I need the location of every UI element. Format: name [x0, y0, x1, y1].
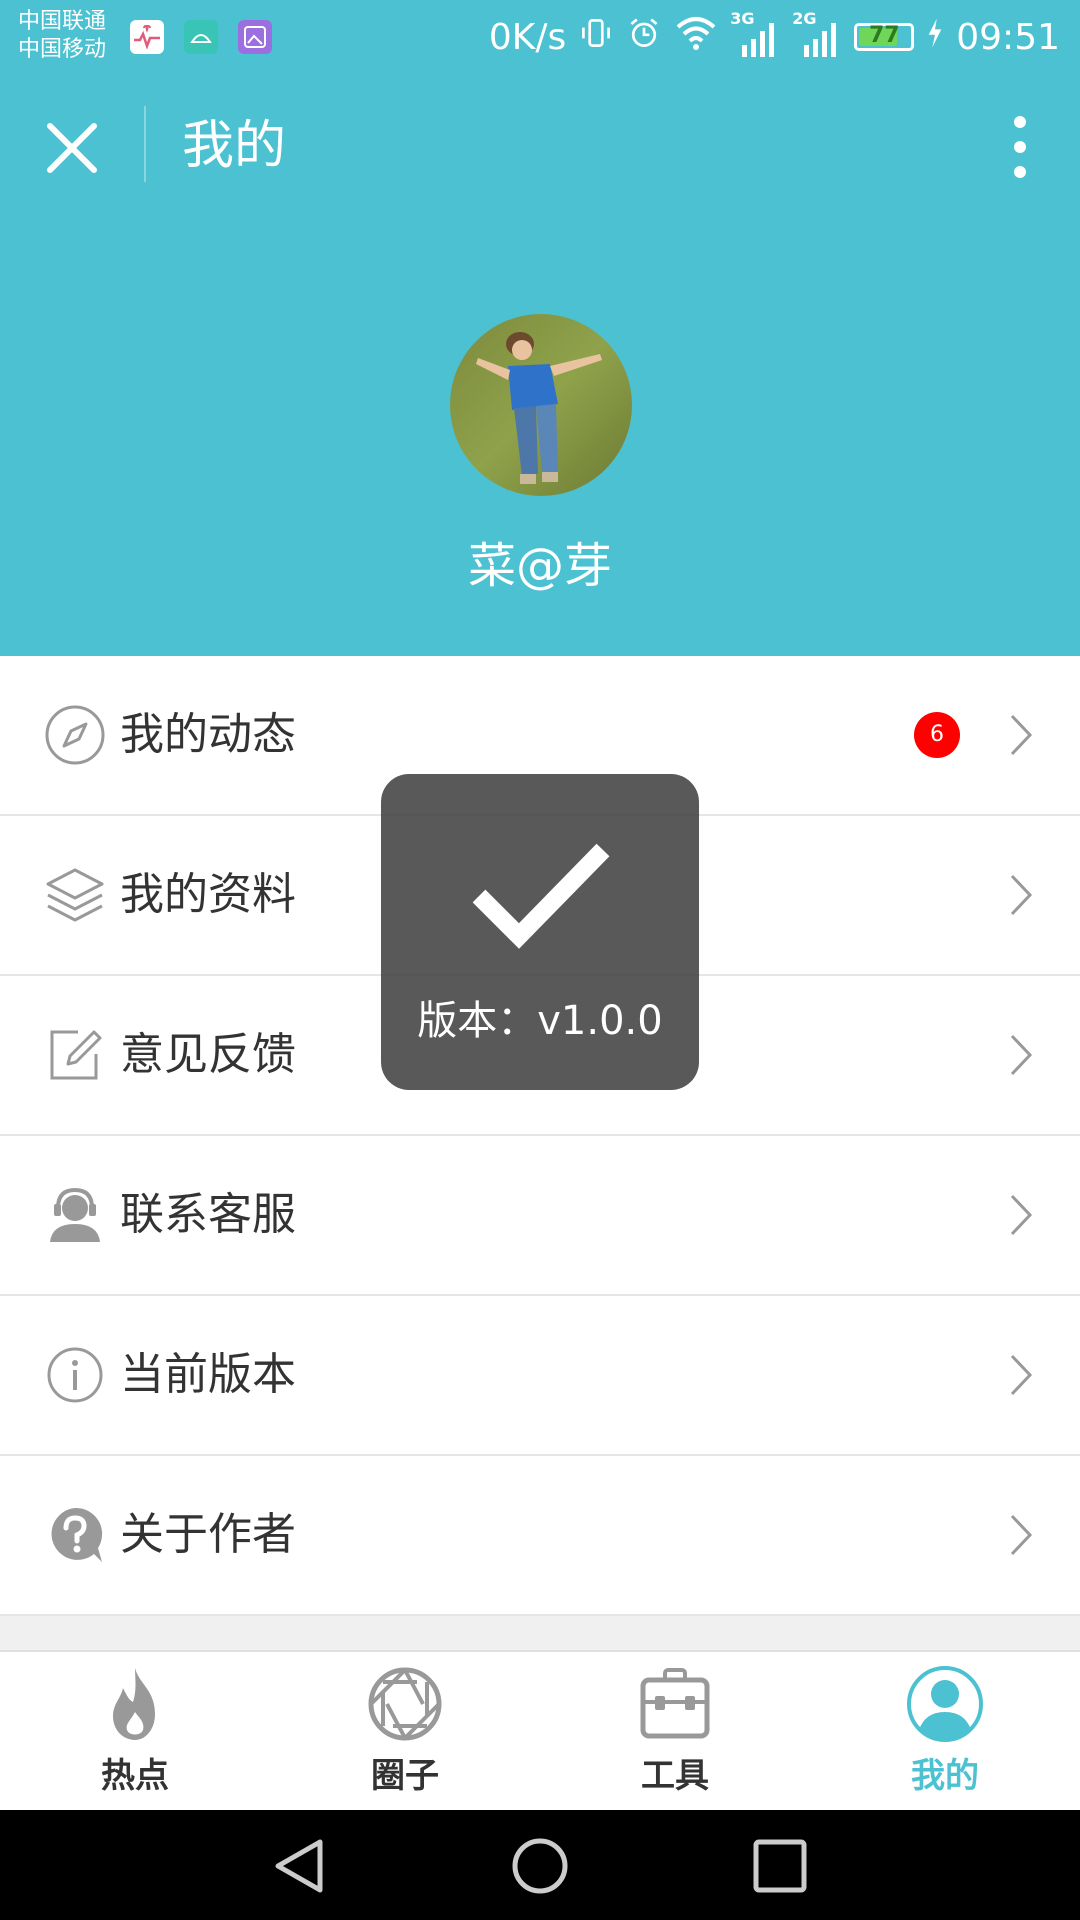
info-icon: [47, 1347, 103, 1403]
menu-item-about-author[interactable]: 关于作者: [0, 1456, 1080, 1616]
gallery-app-icon: [238, 20, 272, 54]
system-nav-bar: [0, 1810, 1080, 1920]
tab-tools[interactable]: 工具: [540, 1664, 810, 1804]
avatar-image: [450, 314, 632, 496]
tab-label: 我的: [911, 1756, 979, 1796]
status-right: 0K/s 3G 2G 77 09:51: [488, 9, 1060, 62]
home-icon[interactable]: [510, 1836, 570, 1896]
battery-icon: 77: [854, 23, 915, 51]
headset-user-icon: [50, 1187, 100, 1242]
wifi-icon: [674, 13, 718, 62]
more-vertical-icon: [1014, 116, 1026, 178]
menu-item-label: 当前版本: [120, 1349, 296, 1400]
chevron-right-icon: [1010, 1194, 1033, 1236]
back-icon[interactable]: [270, 1836, 330, 1896]
toolbox-icon: [640, 1668, 710, 1739]
menu-item-customer-service[interactable]: 联系客服: [0, 1136, 1080, 1296]
close-button[interactable]: [40, 116, 104, 180]
tab-circle[interactable]: 圈子: [270, 1664, 540, 1804]
appbar-divider: [144, 106, 146, 182]
compass-icon: [45, 705, 105, 765]
carrier-2: 中国移动: [18, 37, 107, 62]
signal-3g-icon: 3G: [730, 9, 780, 59]
menu-item-current-version[interactable]: 当前版本: [0, 1296, 1080, 1456]
profile-header: 菜@芽: [0, 216, 1080, 656]
chevron-right-icon: [1010, 1514, 1033, 1556]
tab-label: 热点: [101, 1756, 169, 1796]
status-bar: 中国联通 中国移动 0K/s 3G 2G 77 09:51: [0, 0, 1080, 76]
menu-item-label: 我的资料: [120, 869, 296, 920]
user-icon: [907, 1666, 983, 1742]
signal-2g-label: 2G: [792, 9, 817, 28]
bottom-nav: 热点 圈子 工具 我的: [0, 1650, 1080, 1812]
clock-time: 09:51: [956, 16, 1060, 58]
chevron-right-icon: [1010, 1354, 1033, 1396]
menu-item-label: 联系客服: [120, 1189, 296, 1240]
android-app-icon: [184, 20, 218, 54]
aperture-icon: [368, 1667, 442, 1741]
charging-icon: [926, 16, 944, 59]
recents-icon[interactable]: [750, 1836, 810, 1896]
notification-badge: 6: [914, 712, 960, 758]
health-app-icon: [130, 20, 164, 54]
tab-label: 圈子: [371, 1756, 439, 1796]
menu-item-label: 关于作者: [120, 1509, 296, 1560]
edit-icon: [50, 1030, 102, 1080]
tab-hot[interactable]: 热点: [0, 1664, 270, 1804]
battery-level: 77: [868, 23, 900, 48]
tab-mine[interactable]: 我的: [810, 1664, 1080, 1804]
signal-2g-icon: 2G: [792, 9, 842, 59]
carrier-1: 中国联通: [18, 9, 107, 34]
vibrate-icon: [578, 15, 614, 60]
avatar[interactable]: [450, 314, 632, 496]
close-icon: [47, 123, 97, 173]
layers-icon: [46, 868, 104, 922]
flame-icon: [113, 1668, 155, 1740]
checkmark-icon: [472, 843, 610, 949]
menu-item-label: 我的动态: [120, 709, 296, 760]
chevron-right-icon: [1010, 874, 1033, 916]
carrier-names: 中国联通 中国移动: [18, 8, 106, 64]
chevron-right-icon: [1010, 1034, 1033, 1076]
tab-label: 工具: [641, 1756, 709, 1796]
app-bar: 我的: [0, 76, 1080, 216]
more-menu-button[interactable]: [990, 112, 1050, 182]
menu-item-label: 意见反馈: [120, 1029, 296, 1080]
page-title: 我的: [182, 116, 287, 176]
chevron-right-icon: [1010, 714, 1033, 756]
version-toast: 版本：v1.0.0: [381, 774, 699, 1090]
signal-3g-label: 3G: [730, 9, 755, 28]
question-icon: [51, 1507, 103, 1562]
username: 菜@芽: [467, 538, 612, 594]
net-speed: 0K/s: [488, 16, 567, 58]
alarm-icon: [626, 15, 662, 60]
toast-message: 版本：v1.0.0: [417, 998, 663, 1044]
